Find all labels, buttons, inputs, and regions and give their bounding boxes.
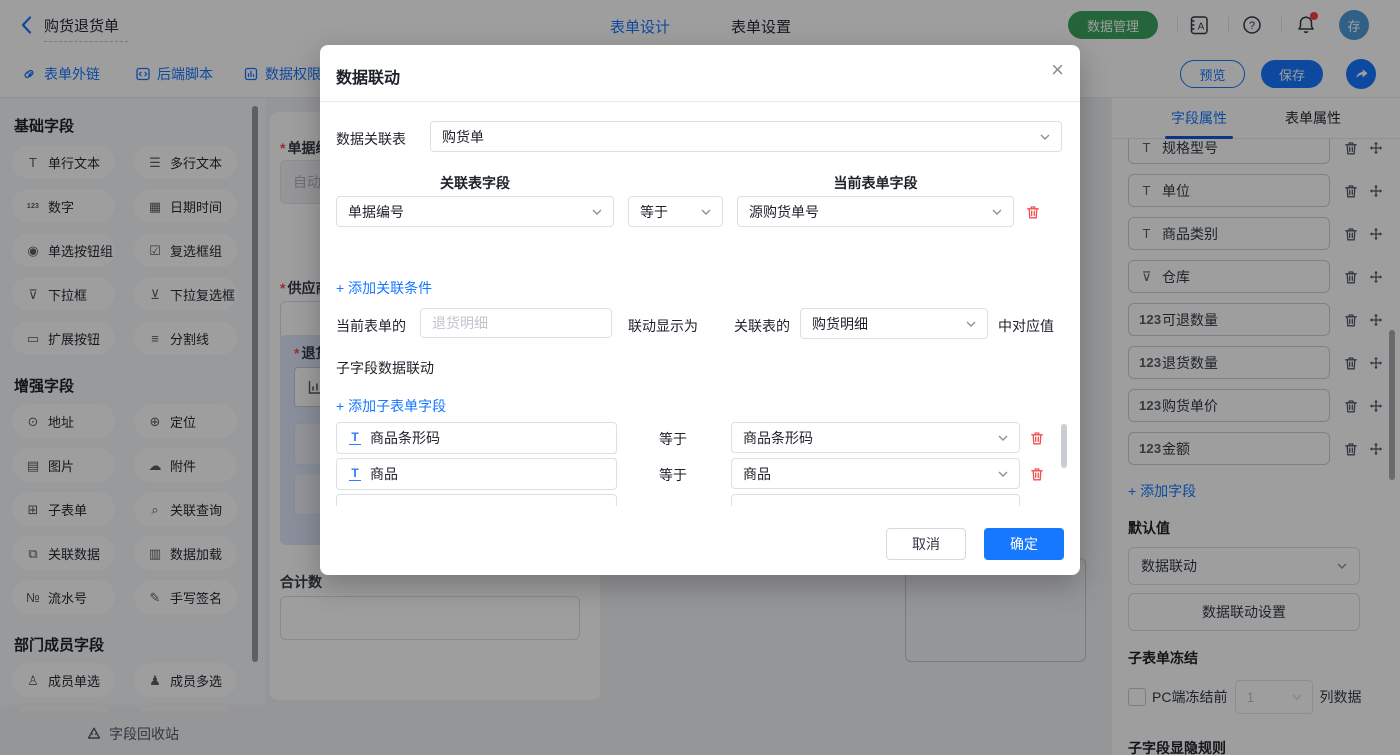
delete-condition-icon[interactable]: [1026, 205, 1040, 220]
chevron-down-icon: [992, 209, 1002, 215]
linkage-table-field-select[interactable]: 购货明细: [800, 308, 988, 339]
display-field-input[interactable]: [420, 308, 612, 338]
condition-left-select[interactable]: 单据编号: [336, 196, 614, 227]
relation-table-select[interactable]: 购货单: [430, 121, 1062, 152]
subfield-name-box[interactable]: T 商品: [336, 458, 617, 490]
subfield-section-title: 子字段数据联动: [336, 358, 434, 378]
subfield-row: T 商品 等于 商品: [320, 458, 1080, 490]
relation-table-label: 数据关联表: [336, 129, 406, 149]
add-subfield-link[interactable]: + 添加子表单字段: [336, 396, 446, 416]
chevron-down-icon: [1040, 134, 1050, 140]
linkage-prefix-label: 当前表单的: [336, 316, 406, 336]
subfield-value-select[interactable]: 商品条形码: [731, 422, 1020, 453]
subfield-operator: 等于: [659, 429, 687, 449]
chevron-down-icon: [998, 435, 1008, 441]
modal-header-divider: [320, 101, 1080, 102]
chevron-down-icon: [998, 471, 1008, 477]
single-line-text-icon: T: [349, 431, 361, 445]
subfield-name: 商品: [370, 464, 398, 484]
subfield-rows: T 商品条形码 等于 商品条形码: [320, 422, 1080, 506]
condition-right-select[interactable]: 源购货单号: [737, 196, 1014, 227]
related-table-field-header: 关联表字段: [336, 173, 614, 193]
linkage-suffix-label: 中对应值: [998, 316, 1054, 336]
modal-title: 数据联动: [336, 64, 400, 88]
app-window: 购货退货单 表单设计 表单设置 数据管理 A ? 存 表单外链 后端脚本: [0, 0, 1400, 755]
chevron-down-icon: [966, 321, 976, 327]
subfield-row-partial: [320, 494, 1080, 506]
subfield-name: 商品条形码: [370, 428, 440, 448]
delete-subfield-icon[interactable]: [1030, 467, 1044, 482]
linkage-table-prefix-label: 关联表的: [734, 316, 790, 336]
single-line-text-icon: T: [349, 467, 361, 481]
subfield-row-list: T 商品条形码 等于 商品条形码: [320, 422, 1080, 490]
subfield-row: T 商品条形码 等于 商品条形码: [320, 422, 1080, 454]
condition-operator-select[interactable]: 等于: [628, 196, 723, 227]
subfield-scrollbar[interactable]: [1061, 424, 1067, 468]
delete-subfield-icon[interactable]: [1030, 431, 1044, 446]
subfield-name-box[interactable]: T 商品条形码: [336, 422, 617, 454]
subfield-value-select[interactable]: 商品: [731, 458, 1020, 489]
close-icon[interactable]: ×: [1051, 59, 1064, 81]
subfield-operator: 等于: [659, 465, 687, 485]
chevron-down-icon: [701, 209, 711, 215]
current-form-field-header: 当前表单字段: [737, 173, 1014, 193]
chevron-down-icon: [592, 209, 602, 215]
cancel-button[interactable]: 取消: [886, 528, 966, 560]
add-condition-link[interactable]: + 添加关联条件: [336, 278, 432, 298]
linkage-middle-label: 联动显示为: [628, 316, 698, 336]
confirm-button[interactable]: 确定: [984, 528, 1064, 560]
data-linkage-modal: 数据联动 × 数据关联表 购货单 关联表字段 当前表单字段 单据编号 等于 源购…: [320, 45, 1080, 575]
